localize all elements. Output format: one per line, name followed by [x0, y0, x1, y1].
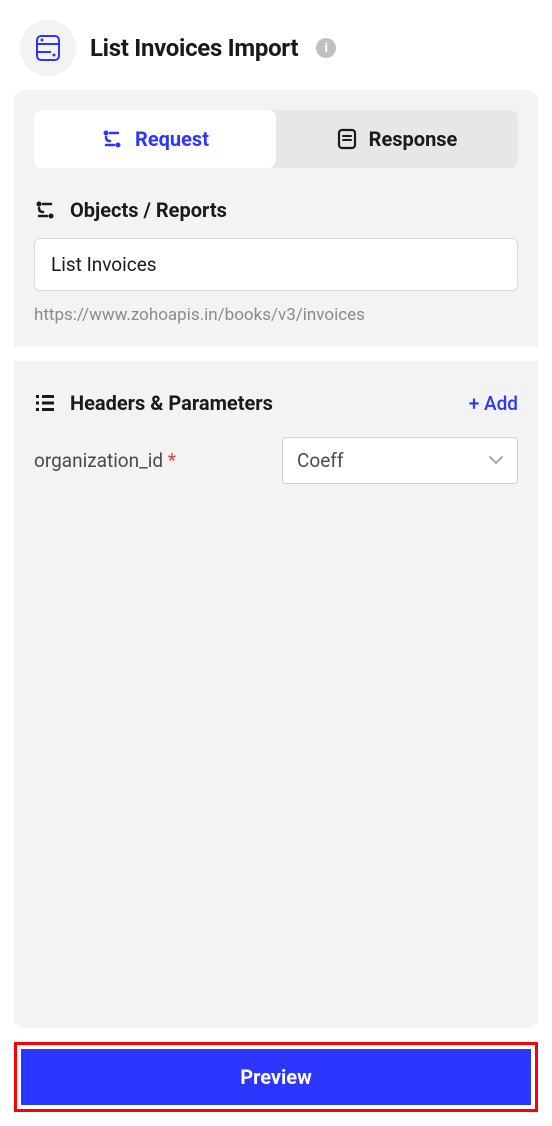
endpoint-url: https://www.zohoapis.in/books/v3/invoice…	[34, 305, 518, 325]
info-icon[interactable]: i	[316, 38, 336, 58]
headers-params-section: Headers & Parameters + Add organization_…	[34, 391, 518, 484]
param-row: organization_id * Coeff	[34, 437, 518, 484]
preview-button[interactable]: Preview	[21, 1049, 531, 1105]
section-separator	[14, 347, 538, 361]
footer: Preview	[0, 1028, 552, 1126]
params-icon	[34, 393, 56, 413]
preview-highlight: Preview	[14, 1042, 538, 1112]
headers-params-title: Headers & Parameters	[70, 391, 273, 415]
tab-request[interactable]: Request	[34, 110, 276, 168]
param-label-text: organization_id	[34, 449, 163, 472]
param-select-value: Coeff	[297, 449, 344, 472]
app-icon	[20, 20, 76, 76]
tab-response-label: Response	[369, 127, 458, 151]
tab-response[interactable]: Response	[276, 110, 518, 168]
objects-input[interactable]	[34, 238, 518, 291]
add-param-button[interactable]: + Add	[469, 392, 518, 415]
objects-section: Objects / Reports https://www.zohoapis.i…	[34, 198, 518, 325]
main-panel: Request Response Objects / Reports https…	[14, 90, 538, 1028]
tab-request-label: Request	[135, 127, 209, 151]
objects-icon	[34, 199, 56, 221]
tabs-container: Request Response	[34, 110, 518, 168]
headers-params-header: Headers & Parameters	[34, 391, 273, 415]
response-icon	[337, 128, 357, 150]
param-select[interactable]: Coeff	[282, 437, 518, 484]
chevron-down-icon	[489, 456, 503, 465]
page-header: List Invoices Import i	[0, 0, 552, 90]
objects-header: Objects / Reports	[34, 198, 518, 222]
param-label: organization_id *	[34, 449, 270, 472]
objects-title: Objects / Reports	[70, 198, 227, 222]
request-icon	[101, 128, 123, 150]
page-title: List Invoices Import	[90, 34, 298, 62]
required-indicator: *	[168, 449, 176, 472]
